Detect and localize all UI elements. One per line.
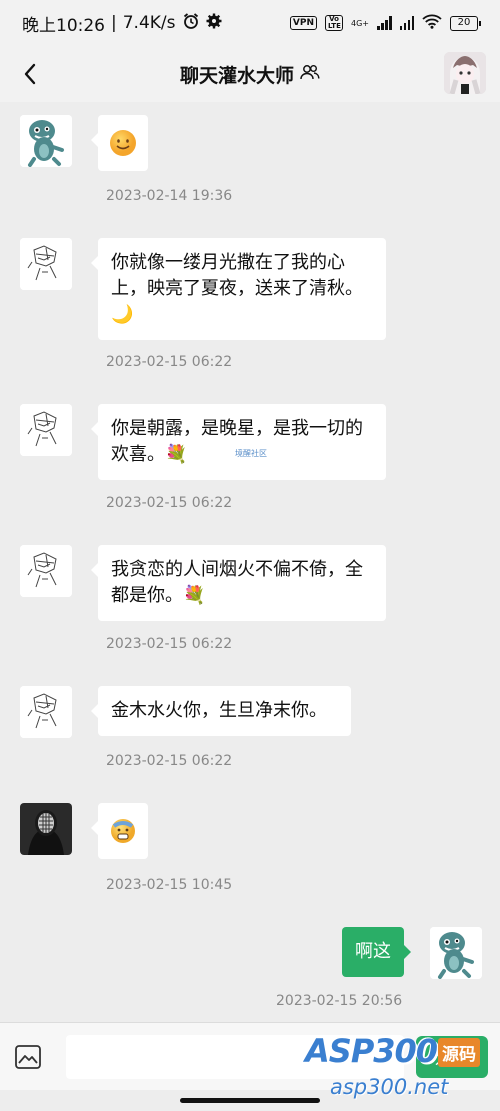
message-bubble[interactable]: 你就像一缕月光撒在了我的心上，映亮了夏夜，送来了清秋。🌙 — [91, 238, 386, 340]
watermark-small: 境醒社区 — [235, 449, 267, 458]
settings-gear-icon — [206, 13, 222, 34]
status-time: 晚上10:26 — [22, 15, 105, 36]
status-speed: 7.4K/s — [122, 13, 176, 33]
message-bubble[interactable]: 金木水火你，生旦净末你。 — [91, 686, 351, 736]
home-indicator[interactable] — [180, 1098, 320, 1103]
status-separator: | — [111, 13, 117, 33]
smile-emoji-icon — [110, 130, 136, 156]
signal-2-icon — [399, 16, 414, 30]
message-timestamp: 2023-02-15 20:56 — [276, 993, 403, 1009]
message-text: 你就像一缕月光撒在了我的心上，映亮了夏夜，送来了清秋。🌙 — [111, 252, 363, 325]
message-timestamp: 2023-02-14 19:36 — [106, 188, 233, 204]
image-picker-button[interactable] — [14, 1043, 42, 1071]
message-timestamp: 2023-02-15 06:22 — [106, 354, 233, 370]
vpn-badge: VPN — [289, 16, 317, 30]
alarm-icon — [182, 12, 200, 35]
message-bubble[interactable] — [91, 115, 148, 171]
message-bubble[interactable]: 我贪恋的人间烟火不偏不倚，全都是你。💐 — [91, 545, 386, 621]
chevron-left-icon — [24, 63, 36, 85]
message-timestamp: 2023-02-15 06:22 — [106, 636, 233, 652]
message-text: 金木水火你，生旦净末你。 — [111, 700, 327, 721]
message-timestamp: 2023-02-15 06:22 — [106, 495, 233, 511]
user-avatar[interactable] — [444, 52, 486, 94]
watermark-tag: 源码 — [438, 1038, 480, 1067]
sender-avatar[interactable] — [20, 803, 72, 855]
back-button[interactable] — [14, 58, 46, 90]
volte-badge: Vo LTE — [325, 15, 343, 31]
message-text: 啊这 — [355, 941, 391, 962]
message-text: 我贪恋的人间烟火不偏不倚，全都是你。💐 — [111, 559, 363, 606]
sender-avatar[interactable] — [20, 686, 72, 738]
watermark-logo: ASP300 — [305, 1032, 438, 1070]
watermark-url: asp300.net — [330, 1075, 449, 1099]
sender-avatar[interactable] — [20, 545, 72, 597]
page-title: 聊天灌水大师 — [179, 64, 294, 87]
network-type: 4G+ — [351, 18, 369, 28]
message-timestamp: 2023-02-15 06:22 — [106, 753, 233, 769]
chat-message-list[interactable]: 2023-02-14 19:36 你就像一缕月光撒在了我的心上，映亮了夏夜，送来… — [0, 102, 500, 1022]
message-timestamp: 2023-02-15 10:45 — [106, 877, 233, 893]
sender-avatar[interactable] — [20, 404, 72, 456]
wifi-icon — [422, 14, 442, 32]
message-bubble-sent[interactable]: 啊这 — [342, 927, 411, 977]
group-members-icon[interactable] — [300, 64, 320, 84]
signal-icon — [377, 16, 392, 30]
my-avatar[interactable] — [430, 927, 482, 979]
sender-avatar[interactable] — [20, 238, 72, 290]
chat-header: 聊天灌水大师 — [0, 46, 500, 102]
battery-icon: 20 — [450, 15, 481, 31]
fearful-emoji-icon — [111, 819, 135, 843]
sender-avatar[interactable] — [20, 115, 72, 167]
image-icon — [15, 1045, 41, 1069]
message-bubble[interactable]: 你是朝露，是晚星，是我一切的欢喜。💐 — [91, 404, 386, 480]
message-bubble[interactable] — [91, 803, 148, 859]
status-bar: 晚上10:26 | 7.4K/s VPN Vo LTE 4G+ 20 — [0, 0, 500, 46]
